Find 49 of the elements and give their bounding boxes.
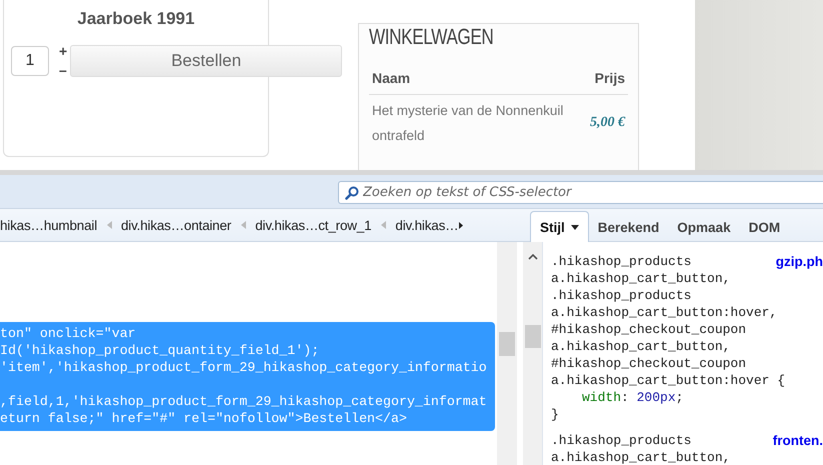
panel-tab[interactable]: Opmaak (668, 213, 740, 241)
css-selector: #hikashop_checkout_coupon (551, 355, 746, 372)
separator-icon (241, 221, 246, 229)
css-selector: a.hikashop_cart_button, (551, 338, 730, 355)
code-line: Id('hikashop_product_quantity_field_1'); (0, 342, 320, 359)
scrollbar-track[interactable] (523, 242, 543, 465)
css-selector: .hikashop_products (551, 287, 692, 304)
minus-button[interactable]: – (59, 61, 68, 80)
quantity-field[interactable]: 1 (11, 46, 49, 76)
code-line: ton" onclick="var (0, 325, 137, 342)
breadcrumb-item[interactable]: div.hikas…ontainer (121, 218, 232, 232)
scrollbar-thumb[interactable] (499, 332, 515, 356)
column-header: Prijs (594, 70, 625, 86)
dropdown-caret-icon[interactable] (570, 224, 579, 230)
css-selector: #hikashop_checkout_coupon (551, 321, 746, 338)
column-header: Naam (372, 70, 412, 86)
cart-item-price: 5,00 € (590, 115, 625, 131)
breadcrumb-item[interactable]: hikas…humbnail (0, 218, 97, 232)
cart-title: WINKELWAGEN (369, 24, 494, 50)
separator-icon (381, 221, 386, 229)
scroll-up-icon[interactable] (528, 254, 538, 260)
cart-item-name: Het mysterie van de Nonnenkuil ontrafeld (372, 102, 564, 145)
product-title: Jaarboek 1991 (76, 9, 196, 29)
css-selector: .hikashop_products (551, 253, 692, 270)
css-selector: a.hikashop_cart_button, (551, 449, 730, 465)
css-selector: a.hikashop_cart_button:hover { (551, 372, 786, 389)
panel-tab[interactable]: DOM (740, 213, 790, 241)
panel-tab[interactable]: Berekend (588, 213, 668, 241)
breadcrumb-item[interactable]: div.hikas…ct_row_1 (255, 218, 372, 232)
css-selector: a.hikashop_cart_button, (551, 270, 730, 287)
code-line: ,field,1,'hikashop_product_form_29_hikashop_category_informat (0, 393, 488, 410)
separator-icon (107, 221, 112, 229)
scrollbar-track[interactable] (497, 242, 517, 465)
selected-markup[interactable] (0, 322, 495, 431)
search-field[interactable]: Zoeken op tekst of CSS-selector (338, 181, 823, 204)
css-declaration: width: 200px; (582, 389, 684, 406)
breadcrumb-item[interactable]: div.hikas… (395, 218, 458, 232)
overflow-arrow-icon[interactable] (459, 222, 464, 228)
css-selector: .hikashop_products (551, 432, 692, 449)
closing-brace: } (551, 406, 559, 423)
code-line: 'item','hikashop_product_form_29_hikashop_category_informatio (0, 359, 488, 376)
source-link[interactable]: fronten. (772, 432, 823, 449)
plus-button[interactable]: + (59, 42, 68, 61)
scrollbar-thumb[interactable] (524, 325, 540, 348)
source-link[interactable]: gzip.ph (776, 253, 823, 270)
panel-tab[interactable]: Stijl (530, 211, 589, 242)
code-line: eturn false;" href="#" rel="nofollow">Bestellen</a> (0, 410, 408, 427)
css-selector: a.hikashop_cart_button:hover, (551, 304, 778, 321)
order-button[interactable]: Bestellen (70, 45, 342, 77)
